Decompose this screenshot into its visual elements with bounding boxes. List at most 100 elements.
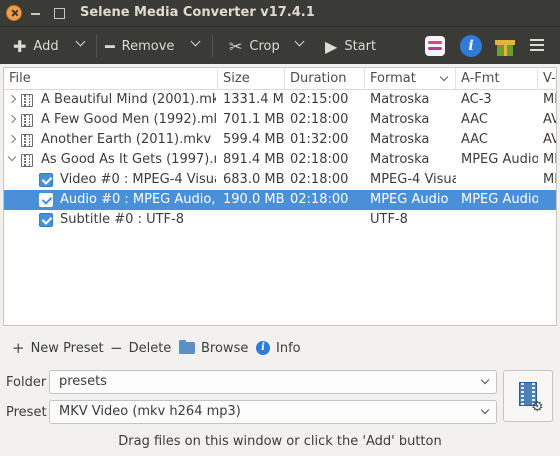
delete-preset-label: Delete (128, 340, 172, 356)
file-name: Another Earth (2011).mkv (41, 132, 212, 147)
file-format: Matroska (370, 152, 430, 167)
stream-checkbox[interactable] (39, 173, 53, 187)
preset-settings-button[interactable]: ⚙ (503, 370, 553, 422)
stream-row[interactable]: Video #0 : MPEG-4 Visua... 683.0 MB 02:1… (4, 170, 556, 190)
stream-video-format: MP (543, 172, 556, 187)
stream-row[interactable]: Subtitle #0 : UTF-8 UTF-8 (4, 210, 556, 230)
file-size: 891.4 MB (223, 152, 285, 167)
remove-button[interactable]: ━ Remove (105, 36, 174, 56)
start-button[interactable]: ▶ Start (325, 36, 376, 56)
folder-icon (179, 340, 195, 354)
stream-format: UTF-8 (370, 212, 408, 227)
remove-dropdown-chevron-icon[interactable] (191, 38, 201, 48)
file-list-header: File Size Duration Format A-Fmt V-F (4, 68, 556, 90)
table-row[interactable]: A Few Good Men (1992).mkv 701.1 MB 02:18… (4, 110, 556, 130)
title-bar: Selene Media Converter v17.4.1 (0, 0, 560, 26)
info-icon: i (256, 341, 270, 355)
stream-audio-format: MPEG Audio (461, 192, 538, 207)
column-header-format[interactable]: Format (365, 68, 456, 90)
column-header-size[interactable]: Size (218, 68, 285, 90)
file-list[interactable]: File Size Duration Format A-Fmt V-F A Be… (3, 67, 557, 326)
browse-presets-button[interactable]: Browse (179, 339, 248, 357)
donate-gift-icon[interactable] (494, 35, 516, 57)
remove-button-label: Remove (121, 38, 175, 54)
video-file-icon (21, 134, 33, 147)
video-file-icon (21, 154, 33, 167)
preferences-toggle-icon[interactable] (425, 36, 445, 56)
stream-format: MPEG Audio (370, 192, 449, 207)
minimize-window-button[interactable] (28, 5, 44, 21)
file-video-format: AV (543, 132, 556, 147)
preset-info-button[interactable]: i Info (256, 339, 301, 357)
toolbar-separator (96, 35, 97, 57)
add-dropdown-chevron-icon[interactable] (76, 38, 86, 48)
file-video-format: MP (543, 152, 556, 167)
toolbar-separator (212, 35, 213, 57)
file-duration: 01:32:00 (290, 132, 349, 147)
table-row[interactable]: As Good As It Gets (1997).mkv 891.4 MB 0… (4, 150, 556, 170)
column-header-file[interactable]: File (4, 68, 218, 90)
new-preset-button[interactable]: + New Preset (12, 339, 104, 357)
stream-row[interactable]: Audio #0 : MPEG Audio, ... 190.0 MB 02:1… (4, 190, 556, 210)
folder-select-value: presets (59, 374, 107, 389)
info-label: Info (276, 340, 301, 356)
play-icon: ▶ (325, 36, 338, 56)
stream-name: Audio #0 : MPEG Audio, ... (60, 192, 216, 207)
file-video-format: AV (543, 112, 556, 127)
browse-label: Browse (201, 340, 249, 356)
folder-select[interactable]: presets (49, 370, 497, 394)
start-button-label: Start (344, 38, 377, 54)
new-preset-label: New Preset (30, 340, 104, 356)
file-audio-format: AC-3 (461, 92, 492, 107)
preset-toolbar: + New Preset − Delete Browse i Info (0, 332, 560, 362)
crop-dropdown-chevron-icon[interactable] (295, 38, 305, 48)
table-row[interactable]: A Beautiful Mind (2001).mkv 1331.4 MB 02… (4, 90, 556, 110)
file-size: 701.1 MB (223, 112, 285, 127)
chevron-down-icon (480, 375, 490, 385)
window-title: Selene Media Converter v17.4.1 (80, 5, 315, 20)
expand-chevron-icon[interactable] (7, 114, 17, 124)
info-icon[interactable]: i (460, 35, 482, 57)
minus-icon: − (110, 339, 123, 357)
stream-checkbox[interactable] (39, 213, 53, 227)
stream-format: MPEG-4 Visual (370, 172, 456, 187)
file-format: Matroska (370, 132, 430, 147)
file-name: As Good As It Gets (1997).mkv (41, 152, 216, 167)
main-toolbar: ✚ Add ━ Remove ✂ Crop ▶ Start i (0, 26, 560, 64)
stream-size: 190.0 MB (223, 192, 285, 207)
video-file-icon (21, 114, 33, 127)
stream-name: Subtitle #0 : UTF-8 (60, 212, 184, 227)
column-header-duration[interactable]: Duration (285, 68, 365, 90)
table-row[interactable]: Another Earth (2011).mkv 599.4 MB 01:32:… (4, 130, 556, 150)
crop-icon: ✂ (229, 36, 243, 56)
file-duration: 02:18:00 (290, 112, 349, 127)
collapse-chevron-icon[interactable] (7, 152, 17, 162)
crop-button[interactable]: ✂ Crop (229, 36, 280, 56)
file-video-format: MP (543, 92, 556, 107)
stream-size: 683.0 MB (223, 172, 285, 187)
stream-checkbox[interactable] (39, 193, 53, 207)
video-file-icon (21, 94, 33, 107)
file-duration: 02:18:00 (290, 152, 349, 167)
file-name: A Few Good Men (1992).mkv (41, 112, 216, 127)
preset-label: Preset (6, 405, 47, 420)
maximize-window-button[interactable] (51, 5, 67, 21)
status-message: Drag files on this window or click the '… (118, 434, 442, 449)
close-window-button[interactable] (6, 5, 22, 21)
add-button-label: Add (33, 38, 59, 54)
file-audio-format: AAC (461, 132, 488, 147)
column-header-afmt[interactable]: A-Fmt (456, 68, 538, 90)
file-name: A Beautiful Mind (2001).mkv (41, 92, 216, 107)
hamburger-menu-icon[interactable] (530, 38, 544, 52)
add-button[interactable]: ✚ Add (13, 36, 59, 56)
file-size: 599.4 MB (223, 132, 285, 147)
column-header-vfmt[interactable]: V-F (538, 68, 556, 90)
file-audio-format: AAC (461, 112, 488, 127)
column-header-format-label: Format (370, 71, 416, 86)
expand-chevron-icon[interactable] (7, 94, 17, 104)
preset-select[interactable]: MKV Video (mkv h264 mp3) (49, 400, 497, 424)
delete-preset-button[interactable]: − Delete (110, 339, 171, 357)
file-duration: 02:15:00 (290, 92, 349, 107)
expand-chevron-icon[interactable] (7, 134, 17, 144)
crop-button-label: Crop (249, 38, 280, 54)
